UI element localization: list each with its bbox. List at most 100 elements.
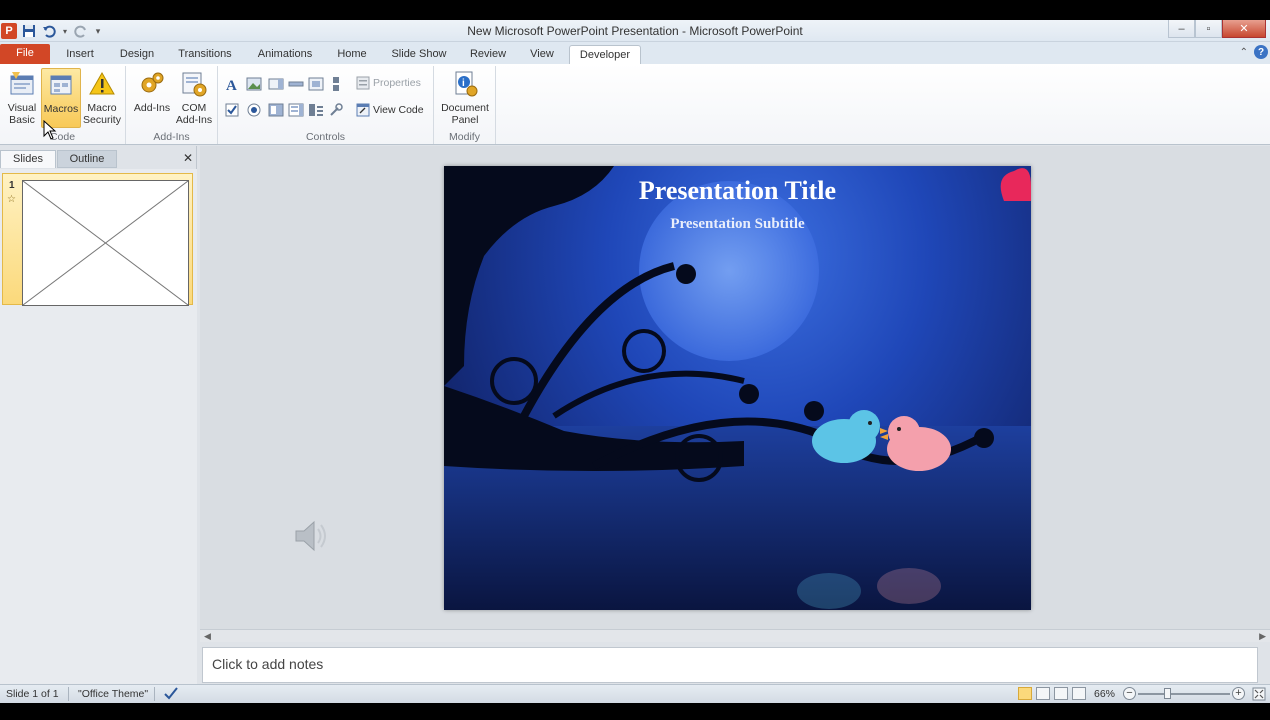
- minimize-ribbon-icon[interactable]: ⌃: [1240, 47, 1248, 58]
- zoom-slider-thumb[interactable]: [1164, 688, 1171, 699]
- close-pane-icon[interactable]: ✕: [183, 151, 193, 165]
- macro-security-label: Macro Security: [83, 102, 121, 126]
- tab-transitions[interactable]: Transitions: [172, 45, 238, 64]
- notes-pane[interactable]: Click to add notes: [202, 647, 1258, 683]
- slide-canvas[interactable]: Presentation Title Presentation Subtitle: [444, 166, 1031, 610]
- ribbon-tabs: File Insert Design Transitions Animation…: [0, 42, 1270, 64]
- powerpoint-window: P ▾ ▾ New Microsoft PowerPoint Presentat…: [0, 20, 1270, 703]
- tab-review[interactable]: Review: [464, 45, 512, 64]
- notes-placeholder: Click to add notes: [212, 656, 324, 672]
- listbox-control-icon[interactable]: [288, 102, 304, 118]
- slide-sorter-view-icon[interactable]: [1036, 687, 1050, 700]
- slide-subtitle[interactable]: Presentation Subtitle: [444, 216, 1031, 233]
- flower-3: [804, 401, 824, 421]
- slide-thumbnail-1[interactable]: 1 ☆: [2, 173, 193, 306]
- macros-button[interactable]: Macros: [41, 68, 81, 128]
- svg-text:A: A: [226, 78, 237, 92]
- warning-icon: [89, 71, 115, 95]
- tab-file[interactable]: File: [0, 44, 50, 64]
- tab-animations[interactable]: Animations: [250, 45, 320, 64]
- slide-editing-area: Presentation Title Presentation Subtitle: [200, 146, 1270, 630]
- group-code-label: Code: [49, 131, 76, 143]
- tab-outline[interactable]: Outline: [57, 150, 117, 168]
- normal-view-icon[interactable]: [1018, 687, 1032, 700]
- spiral-2: [622, 329, 666, 373]
- zoom-level[interactable]: 66%: [1094, 688, 1115, 700]
- frame-control-icon[interactable]: [308, 76, 324, 92]
- macro-security-button[interactable]: Macro Security: [82, 68, 122, 128]
- view-code-icon: [356, 103, 370, 117]
- slide-show-view-icon[interactable]: [1072, 687, 1086, 700]
- slide-number: 1: [9, 180, 15, 191]
- title-bar: P ▾ ▾ New Microsoft PowerPoint Presentat…: [0, 20, 1270, 42]
- properties-icon: [356, 76, 370, 90]
- visual-basic-label: Visual Basic: [7, 102, 37, 126]
- macros-label: Macros: [43, 103, 79, 115]
- scroll-left-icon[interactable]: ◀: [204, 631, 211, 642]
- theme-status[interactable]: "Office Theme": [78, 688, 148, 700]
- help-icon[interactable]: ?: [1254, 45, 1268, 59]
- letterbox-bottom: [0, 703, 1270, 720]
- mouse-pointer-icon: [43, 120, 57, 140]
- spell-check-icon[interactable]: [163, 686, 179, 701]
- tab-home[interactable]: Home: [332, 45, 372, 64]
- properties-button[interactable]: Properties: [356, 76, 421, 90]
- tab-view[interactable]: View: [522, 45, 562, 64]
- slides-pane: Slides Outline ✕ 1 ☆: [0, 146, 197, 685]
- toggle-button-control-icon[interactable]: [268, 102, 284, 118]
- visual-basic-button[interactable]: Visual Basic: [2, 68, 42, 128]
- image-control-icon[interactable]: [246, 76, 262, 92]
- maximize-button[interactable]: ▫: [1195, 20, 1222, 38]
- spiral-1: [490, 357, 538, 405]
- textbox-control-icon[interactable]: [308, 102, 324, 118]
- group-controls: A Properties View Code Controls: [218, 66, 434, 144]
- addins-button[interactable]: Add-Ins: [132, 68, 172, 128]
- letterbox-top: [0, 0, 1270, 20]
- spin-control-icon[interactable]: [328, 76, 344, 92]
- fit-to-window-icon[interactable]: [1252, 687, 1266, 701]
- group-addins: Add-Ins COM Add-Ins Add-Ins: [126, 66, 218, 144]
- tab-developer[interactable]: Developer: [569, 45, 641, 64]
- slide-title[interactable]: Presentation Title: [444, 176, 1031, 206]
- svg-text:i: i: [462, 78, 465, 89]
- tab-slide-show[interactable]: Slide Show: [384, 45, 454, 64]
- flower-2: [739, 384, 759, 404]
- combobox-control-icon[interactable]: [268, 76, 284, 92]
- horizontal-scrollbar[interactable]: ◀ ▶: [200, 629, 1270, 642]
- tab-design[interactable]: Design: [112, 45, 162, 64]
- window-controls: – ▫ ✕: [1168, 20, 1266, 38]
- option-button-control-icon[interactable]: [246, 102, 262, 118]
- group-code: Visual Basic Macros Macro Security Code: [0, 66, 126, 144]
- group-modify: i Document Panel Modify: [434, 66, 496, 144]
- scroll-right-icon[interactable]: ▶: [1259, 631, 1266, 642]
- macros-icon: [50, 75, 72, 95]
- document-panel-button[interactable]: i Document Panel: [439, 68, 491, 128]
- document-panel-label: Document Panel: [441, 102, 489, 126]
- more-controls-icon[interactable]: [328, 102, 344, 118]
- close-button[interactable]: ✕: [1222, 20, 1266, 38]
- status-bar: Slide 1 of 1 "Office Theme" 66% − +: [0, 684, 1270, 703]
- group-addins-label: Add-Ins: [153, 131, 190, 143]
- visual-basic-icon: [10, 72, 34, 95]
- zoom-out-button[interactable]: −: [1123, 687, 1136, 700]
- addins-label: Add-Ins: [133, 102, 171, 114]
- document-panel-icon: i: [455, 71, 478, 97]
- checkbox-control-icon[interactable]: [224, 102, 240, 118]
- reading-view-icon[interactable]: [1054, 687, 1068, 700]
- label-control-icon[interactable]: A: [224, 76, 240, 92]
- tab-insert[interactable]: Insert: [58, 45, 102, 64]
- zoom-slider[interactable]: [1138, 693, 1230, 695]
- branch-mid: [552, 370, 745, 419]
- placeholder-x-icon: [22, 180, 189, 306]
- slide-count-status: Slide 1 of 1: [6, 688, 59, 700]
- status-separator: [68, 687, 69, 701]
- minimize-button[interactable]: –: [1168, 20, 1195, 38]
- tab-slides[interactable]: Slides: [0, 150, 56, 168]
- com-addins-button[interactable]: COM Add-Ins: [174, 68, 214, 128]
- properties-label: Properties: [373, 77, 421, 89]
- speaker-icon[interactable]: [290, 516, 330, 556]
- scrollbar-control-icon[interactable]: [288, 76, 304, 92]
- slide-thumbnail-preview: [22, 180, 189, 306]
- zoom-in-button[interactable]: +: [1232, 687, 1245, 700]
- view-code-button[interactable]: View Code: [356, 103, 424, 117]
